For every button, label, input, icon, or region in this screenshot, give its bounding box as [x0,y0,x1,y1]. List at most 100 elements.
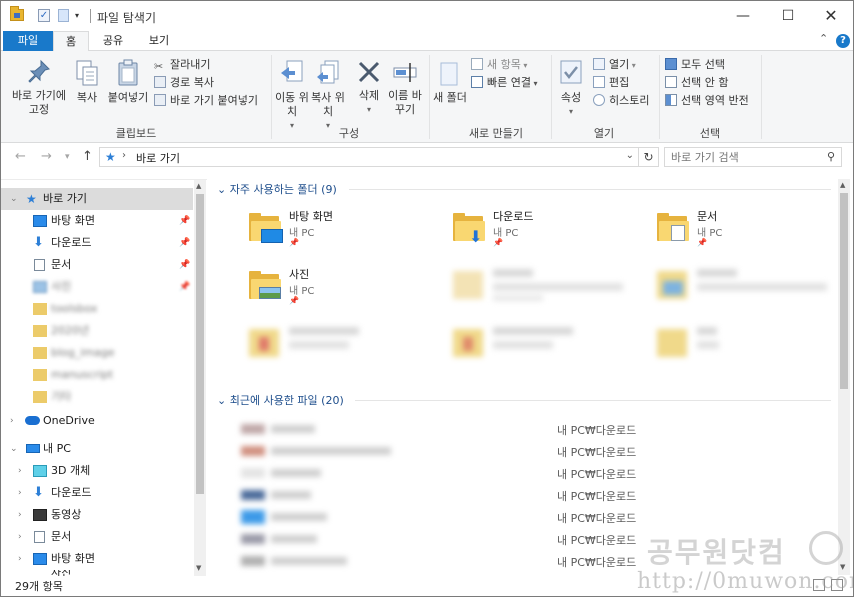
frequent-folders-header[interactable]: ⌄ 자주 사용하는 폴더 (9) [217,181,337,197]
copy-button[interactable]: 복사 [71,59,103,105]
nav-item-pc-desktop[interactable]: › 바탕 화면 [1,548,193,570]
easy-access-button[interactable]: 빠른 연결 ▾ [471,75,538,91]
pin-to-quick-access-button[interactable]: 바로 가기에 고정 [7,59,71,117]
recent-file-row[interactable]: screenshot 내 PC₩다운로드 [239,485,829,507]
folder-tile-desktop[interactable]: 바탕 화면 내 PC 📌 [249,207,439,257]
content-scroll-thumb[interactable] [840,193,848,389]
rename-button[interactable]: 이름 바꾸기 [387,59,423,117]
recent-file-row[interactable]: photo_edit 내 PC₩다운로드 [239,507,829,529]
collapse-chevron-icon[interactable]: ⌄ [10,188,18,210]
breadcrumb-chevron-icon[interactable]: › [122,150,126,161]
nav-item-3d-objects[interactable]: › 3D 개체 [1,460,193,482]
edit-button[interactable]: 편집 [593,75,629,91]
properties-quick-icon[interactable]: ✓ [38,9,50,22]
nav-item-recent-folder[interactable]: 기타 [1,386,193,408]
copy-to-button[interactable]: 복사 위치 ▾ [311,59,345,133]
tab-file[interactable]: 파일 [3,31,53,51]
tab-share[interactable]: 공유 [93,31,133,51]
expand-chevron-icon[interactable]: › [18,526,22,548]
back-arrow-icon[interactable]: ← [15,149,26,164]
move-to-button[interactable]: 이동 위치 ▾ [275,59,309,133]
pin-icon[interactable]: 📌 [179,210,190,232]
customize-toolbar-dropdown-icon[interactable]: ▾ [75,11,79,20]
pictures-folder-icon [249,271,283,299]
close-button[interactable]: ✕ [809,1,853,31]
pin-icon[interactable]: 📌 [179,276,190,298]
tab-home[interactable]: 홈 [53,31,89,52]
collapse-chevron-icon[interactable]: ⌄ [10,438,18,460]
nav-item-recent-folder[interactable]: manuscript [1,364,193,386]
folder-tile-blurred[interactable] [453,265,643,315]
folder-tile-blurred[interactable] [453,323,643,373]
nav-this-pc[interactable]: ⌄ 내 PC [1,438,193,460]
nav-item-pictures[interactable]: 사진 📌 [1,276,193,298]
select-all-button[interactable]: 모두 선택 [665,57,725,73]
recent-file-row[interactable]: document_2020_final 내 PC₩다운로드 [239,441,829,463]
nav-item-recent-folder[interactable]: blog_image [1,342,193,364]
nav-item-documents[interactable]: 문서 📌 [1,254,193,276]
search-input[interactable] [671,150,821,164]
expand-chevron-icon[interactable]: › [18,460,22,482]
scroll-down-icon[interactable]: ▼ [196,564,201,572]
nav-item-pc-documents[interactable]: › 문서 [1,526,193,548]
collapse-chevron-icon[interactable]: ⌄ [217,183,230,196]
tab-view[interactable]: 보기 [139,31,179,51]
scroll-up-icon[interactable]: ▲ [196,182,201,190]
folder-tile-blurred[interactable] [249,323,439,373]
nav-item-downloads[interactable]: ⬇ 다운로드 📌 [1,232,193,254]
nav-item-videos[interactable]: › 동영상 [1,504,193,526]
breadcrumb[interactable]: 바로 가기 [136,150,180,166]
select-none-icon [665,76,677,88]
folder-tile-downloads[interactable]: ⬇ 다운로드 내 PC 📌 [453,207,643,257]
address-bar[interactable]: ★ › 바로 가기 ⌄ [99,147,639,167]
address-dropdown-icon[interactable]: ⌄ [626,150,634,161]
paste-shortcut-button[interactable]: 바로 가기 붙여넣기 [154,93,258,109]
search-box[interactable]: ⚲ [664,147,842,167]
select-none-button[interactable]: 선택 안 함 [665,75,728,91]
expand-chevron-icon[interactable]: › [18,548,22,570]
new-item-button[interactable]: 새 항목 ▾ [471,57,527,73]
help-icon[interactable]: ? [836,34,850,48]
nav-item-pc-downloads[interactable]: › ⬇ 다운로드 [1,482,193,504]
recent-file-row[interactable]: capture 내 PC₩다운로드 [239,463,829,485]
nav-scrollbar[interactable]: ▲ ▼ [194,180,206,576]
nav-scroll-thumb[interactable] [196,194,204,494]
content-scrollbar[interactable]: ▲ ▼ [838,179,850,575]
nav-quick-access[interactable]: ⌄ ★ 바로 가기 [1,188,193,210]
pin-icon[interactable]: 📌 [179,254,190,276]
properties-button[interactable]: 속성 ▾ [555,59,587,119]
pin-icon[interactable]: 📌 [179,232,190,254]
recent-files-header[interactable]: ⌄ 최근에 사용한 파일 (20) [217,392,344,408]
new-folder-quick-icon[interactable] [58,9,69,22]
history-button[interactable]: 히스토리 [593,93,649,109]
scroll-up-icon[interactable]: ▲ [840,181,845,189]
nav-item-recent-folder[interactable]: toolsbox [1,298,193,320]
folder-tile-blurred[interactable] [657,323,847,373]
search-icon[interactable]: ⚲ [827,150,835,163]
maximize-button[interactable]: ☐ [766,1,810,31]
refresh-icon[interactable]: ↻ [639,147,659,167]
recent-locations-chevron-icon[interactable]: ▾ [65,152,70,162]
collapse-ribbon-icon[interactable]: ⌃ [819,32,828,45]
nav-item-desktop[interactable]: 바탕 화면 📌 [1,210,193,232]
expand-chevron-icon[interactable]: › [18,482,22,504]
folder-tile-blurred[interactable] [657,265,847,315]
folder-tile-pictures[interactable]: 사진 내 PC 📌 [249,265,439,315]
folder-tile-documents[interactable]: 문서 내 PC 📌 [657,207,847,257]
nav-onedrive[interactable]: › OneDrive [1,410,193,432]
forward-arrow-icon[interactable]: → [41,149,52,164]
invert-selection-button[interactable]: 선택 영역 반전 [665,93,749,109]
expand-chevron-icon[interactable]: › [10,410,14,432]
delete-button[interactable]: 삭제 ▾ [351,59,387,117]
new-folder-button[interactable]: 새 폴더 [433,59,467,105]
expand-chevron-icon[interactable]: › [18,504,22,526]
nav-item-recent-folder[interactable]: 2020년 [1,320,193,342]
open-button[interactable]: 열기 ▾ [593,57,636,73]
paste-button[interactable]: 붙여넣기 [105,59,151,105]
recent-file-row[interactable]: image_01 내 PC₩다운로드 [239,419,829,441]
copy-path-button[interactable]: 경로 복사 [154,75,214,91]
collapse-chevron-icon[interactable]: ⌄ [217,394,230,407]
up-arrow-icon[interactable]: ↑ [82,149,93,164]
cut-button[interactable]: ✂ 잘라내기 [154,57,210,73]
minimize-button[interactable]: — [721,1,765,31]
